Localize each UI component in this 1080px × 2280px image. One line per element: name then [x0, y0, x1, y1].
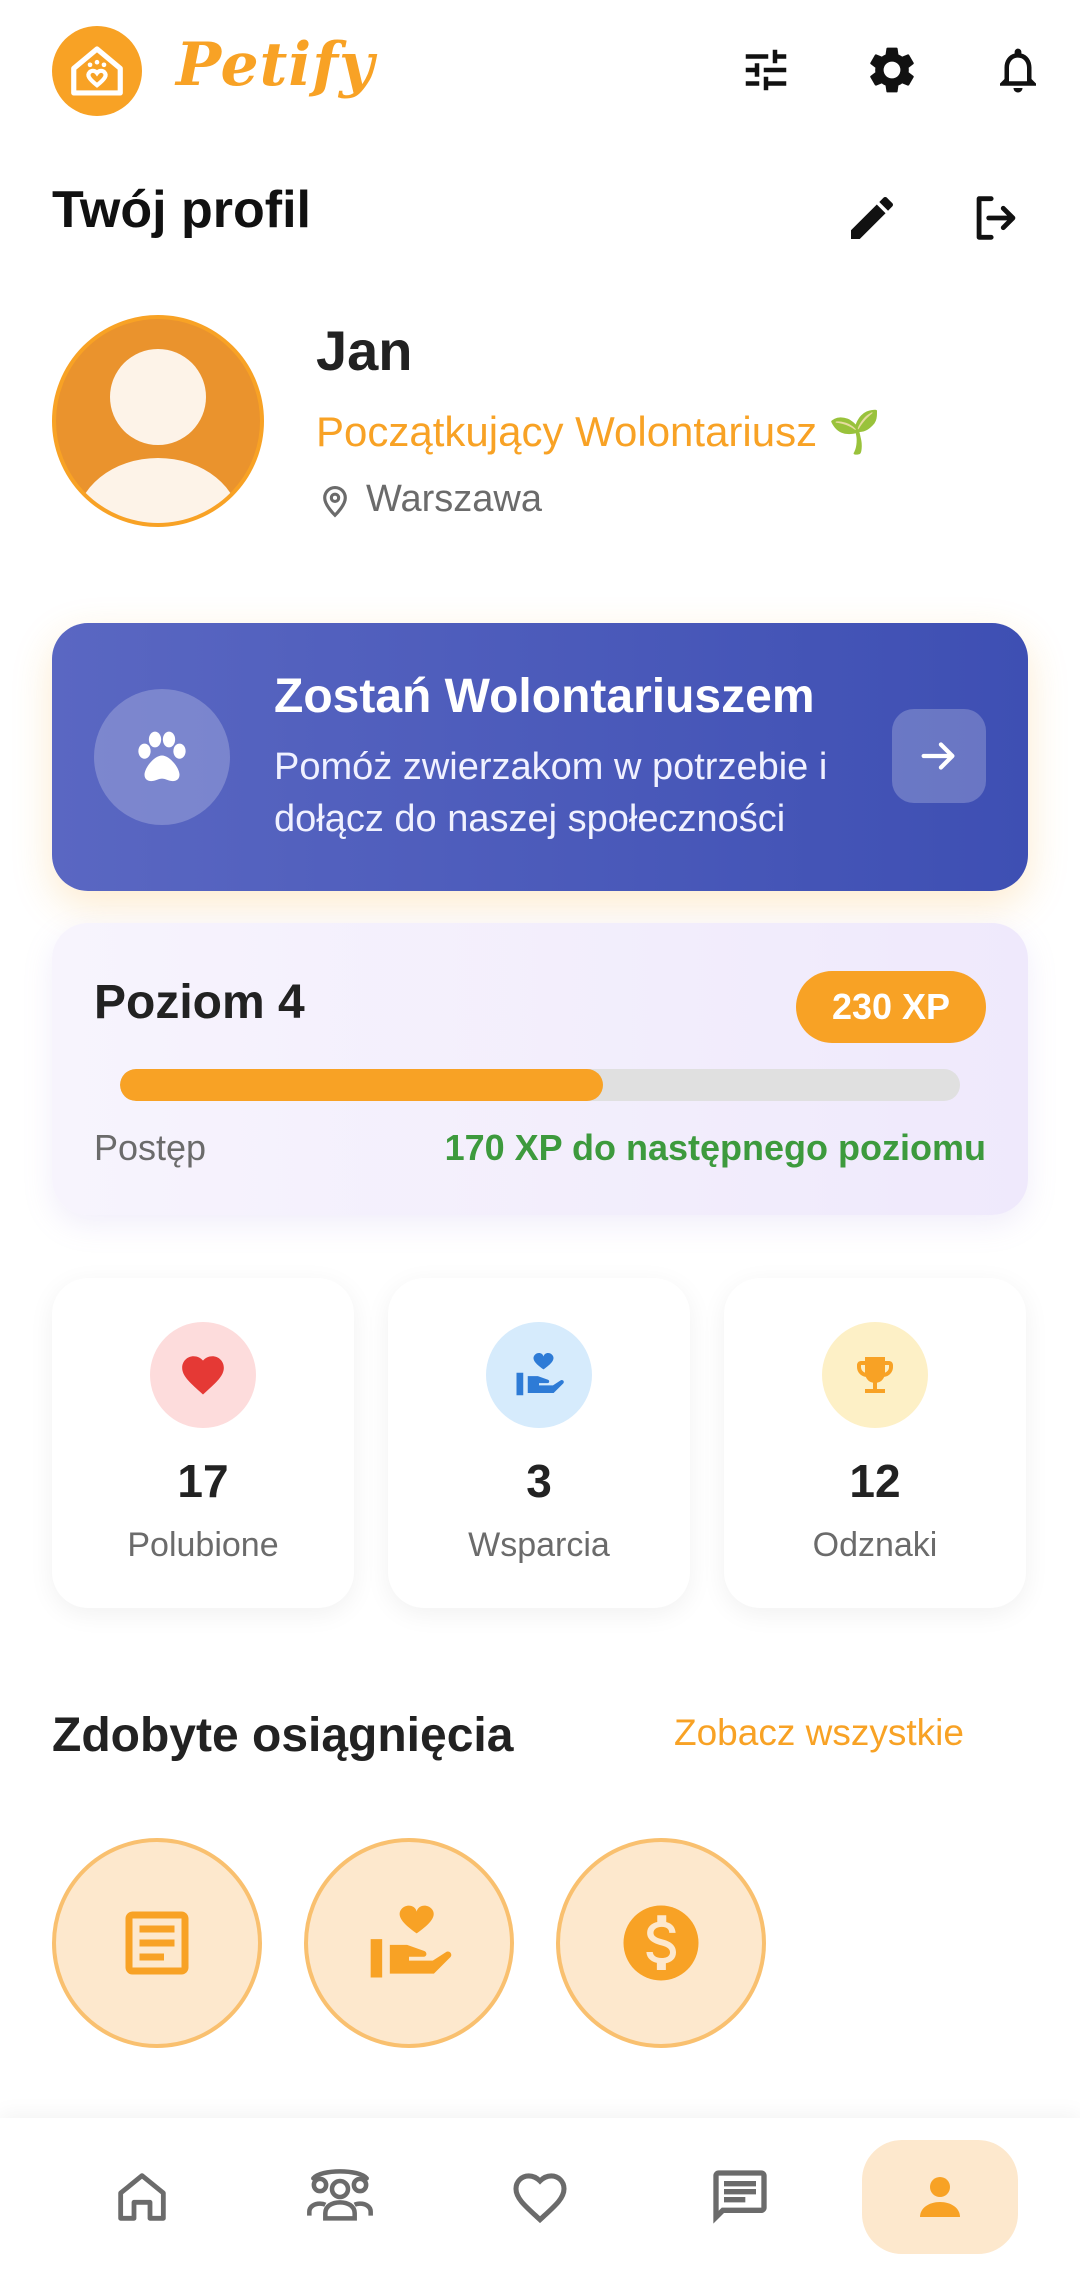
stat-value: 17 [177, 1455, 229, 1507]
nav-chat[interactable] [662, 2140, 818, 2254]
stat-value: 12 [849, 1455, 901, 1507]
location-pin-icon [316, 480, 354, 522]
gear-icon[interactable] [860, 38, 924, 102]
user-name: Jan [316, 319, 413, 382]
level-progress-fill [120, 1069, 603, 1101]
favorites-icon [513, 2173, 567, 2224]
avatar[interactable] [52, 315, 264, 527]
achievements-title: Zdobyte osiągnięcia [52, 1709, 514, 1762]
helping-hand-icon [486, 1322, 592, 1428]
user-silhouette-icon [76, 349, 240, 523]
community-icon [307, 2169, 373, 2221]
tune-icon[interactable] [734, 38, 798, 102]
xp-badge: 230 XP [796, 971, 986, 1043]
arrow-right-icon[interactable] [892, 709, 986, 803]
heart-icon [150, 1322, 256, 1428]
level-progress-bar [120, 1069, 960, 1101]
level-title: Poziom 4 [94, 976, 305, 1029]
stat-label: Odznaki [812, 1526, 938, 1564]
pet-house-icon [71, 46, 123, 96]
level-card: Poziom 4 230 XP Postęp 170 XP do następn… [52, 923, 1028, 1215]
achievement-badge[interactable] [52, 1838, 262, 2048]
progress-label: Postęp [94, 1127, 207, 1168]
next-level-text: 170 XP do następnego poziomu [444, 1127, 986, 1168]
stat-card-support[interactable]: 3 Wsparcia [388, 1278, 690, 1608]
bell-icon[interactable] [986, 38, 1050, 102]
volunteer-title: Zostań Wolontariuszem [274, 670, 815, 723]
edit-profile-button[interactable] [840, 186, 904, 250]
logout-button[interactable] [964, 186, 1028, 250]
document-icon [125, 1911, 189, 1975]
chat-icon [713, 2170, 767, 2224]
dollar-icon [623, 1905, 699, 1981]
nav-home[interactable] [64, 2140, 220, 2254]
stat-value: 3 [526, 1455, 552, 1507]
stat-label: Polubione [127, 1526, 279, 1564]
stat-card-badges[interactable]: 12 Odznaki [724, 1278, 1026, 1608]
pencil-icon [851, 196, 894, 239]
home-icon [118, 2173, 166, 2221]
paw-icon [94, 689, 230, 825]
bottom-navigation [0, 2118, 1080, 2280]
volunteer-description: Pomóż zwierzakom w potrzebie i dołącz do… [274, 746, 828, 840]
profile-icon [920, 2177, 960, 2217]
achievement-badge[interactable] [304, 1838, 514, 2048]
nav-community[interactable] [262, 2140, 418, 2254]
helping-hand-icon [370, 1905, 452, 1978]
achievement-badge[interactable] [556, 1838, 766, 2048]
user-rank: Początkujący Wolontariusz 🌱 [316, 408, 882, 455]
user-city: Warszawa [366, 478, 542, 520]
trophy-icon [822, 1322, 928, 1428]
app-logo [52, 26, 142, 116]
nav-favorites[interactable] [462, 2140, 618, 2254]
nav-profile[interactable] [862, 2140, 1018, 2254]
stat-label: Wsparcia [468, 1526, 610, 1564]
page-title: Twój profil [52, 181, 311, 239]
logout-icon [976, 196, 1016, 240]
stat-card-likes[interactable]: 17 Polubione [52, 1278, 354, 1608]
app-name: Petify [176, 30, 375, 100]
become-volunteer-card[interactable]: Zostań Wolontariuszem Pomóż zwierzakom w… [52, 623, 1028, 891]
see-all-link[interactable]: Zobacz wszystkie [674, 1712, 964, 1754]
